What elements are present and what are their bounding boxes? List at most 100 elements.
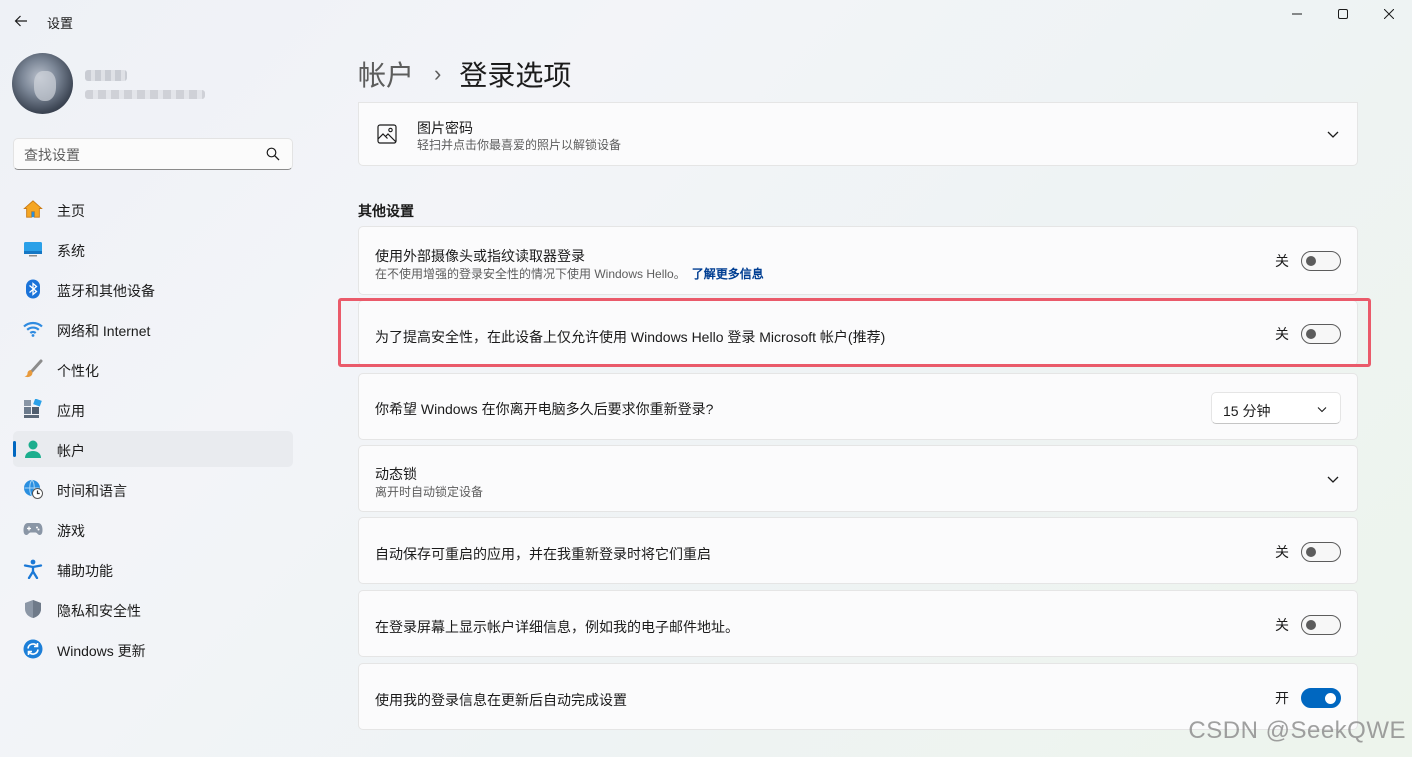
- sidebar-item-label: 网络和 Internet: [57, 323, 151, 339]
- sidebar-item-accessibility[interactable]: 辅助功能: [13, 551, 293, 587]
- external-camera-toggle-group: 关: [1275, 251, 1341, 271]
- gamepad-icon: [23, 519, 43, 539]
- hello-only-card: 为了提高安全性，在此设备上仅允许使用 Windows Hello 登录 Micr…: [358, 300, 1358, 366]
- restart-apps-toggle[interactable]: [1301, 542, 1341, 562]
- sidebar-nav: 主页 系统 蓝牙和其他设备 网络和 Internet 个性化 应用 帐户 时间和…: [13, 191, 293, 671]
- breadcrumb-parent[interactable]: 帐户: [358, 54, 414, 94]
- sidebar-item-label: 应用: [57, 403, 85, 419]
- sidebar-item-label: 系统: [57, 243, 85, 259]
- sidebar-item-label: 辅助功能: [57, 563, 113, 579]
- show-details-toggle[interactable]: [1301, 615, 1341, 635]
- sidebar-item-windows-update[interactable]: Windows 更新: [13, 631, 293, 667]
- card-subtitle: 轻扫并点击你最喜爱的照片以解锁设备: [417, 138, 622, 152]
- apps-icon: [23, 399, 43, 419]
- picture-password-card[interactable]: 图片密码 轻扫并点击你最喜爱的照片以解锁设备: [358, 102, 1358, 166]
- card-title: 动态锁: [375, 466, 417, 482]
- sidebar-item-label: 时间和语言: [57, 483, 127, 499]
- sidebar-item-privacy[interactable]: 隐私和安全性: [13, 591, 293, 627]
- sidebar-item-home[interactable]: 主页: [13, 191, 293, 227]
- card-subtitle: 离开时自动锁定设备: [375, 485, 484, 499]
- avatar: [12, 53, 73, 114]
- chevron-down-icon[interactable]: [1325, 126, 1341, 142]
- signin-timeout-dropdown[interactable]: 15 分钟: [1211, 392, 1341, 424]
- hello-only-toggle[interactable]: [1301, 324, 1341, 344]
- dropdown-value: 15 分钟: [1223, 403, 1271, 419]
- sidebar-item-label: 隐私和安全性: [57, 603, 141, 619]
- wifi-icon: [23, 319, 43, 339]
- sidebar-item-label: 帐户: [57, 443, 85, 459]
- toggle-state-label: 关: [1275, 544, 1289, 560]
- title-bar: 设置: [0, 0, 1412, 40]
- shield-icon: [23, 599, 43, 619]
- user-name-redacted: [85, 70, 127, 81]
- sidebar-item-time-language[interactable]: 时间和语言: [13, 471, 293, 507]
- sidebar-item-label: 主页: [57, 203, 85, 219]
- breadcrumb: 帐户 › 登录选项: [358, 54, 571, 94]
- picture-icon: [377, 124, 397, 144]
- card-title: 图片密码: [417, 120, 473, 136]
- card-title: 你希望 Windows 在你离开电脑多久后要求你重新登录?: [375, 401, 714, 417]
- sidebar-item-bluetooth[interactable]: 蓝牙和其他设备: [13, 271, 293, 307]
- sidebar-item-personalization[interactable]: 个性化: [13, 351, 293, 387]
- bluetooth-icon: [23, 279, 43, 299]
- restart-apps-card: 自动保存可重启的应用，并在我重新登录时将它们重启 关: [358, 517, 1358, 584]
- card-subtitle-text: 在不使用增强的登录安全性的情况下使用 Windows Hello。: [375, 267, 686, 281]
- back-button[interactable]: [8, 8, 34, 34]
- maximize-button[interactable]: [1320, 0, 1366, 28]
- breadcrumb-separator: ›: [434, 61, 442, 86]
- card-subtitle: 在不使用增强的登录安全性的情况下使用 Windows Hello。 了解更多信息: [375, 265, 764, 282]
- search-input[interactable]: [24, 145, 254, 165]
- brush-icon: [23, 359, 43, 379]
- dynamic-lock-card[interactable]: 动态锁 离开时自动锁定设备: [358, 445, 1358, 512]
- page-title: 登录选项: [459, 60, 572, 91]
- card-title: 使用我的登录信息在更新后自动完成设置: [375, 692, 627, 708]
- globe-clock-icon: [23, 479, 43, 499]
- sidebar-item-label: Windows 更新: [57, 643, 146, 659]
- toggle-state-label: 开: [1275, 690, 1289, 706]
- user-email-redacted: [85, 90, 205, 99]
- section-heading: 其他设置: [358, 203, 414, 219]
- chevron-down-icon[interactable]: [1325, 471, 1341, 487]
- card-title: 使用外部摄像头或指纹读取器登录: [375, 248, 585, 264]
- settings-search-box: [13, 138, 293, 170]
- system-icon: [23, 239, 43, 259]
- back-arrow-icon: [14, 15, 27, 27]
- show-details-toggle-group: 关: [1275, 615, 1341, 635]
- auto-finish-toggle-group: 开: [1275, 688, 1341, 708]
- chevron-down-icon: [1317, 407, 1327, 413]
- sidebar-item-label: 游戏: [57, 523, 85, 539]
- accessibility-icon: [23, 559, 43, 579]
- sidebar-item-accounts[interactable]: 帐户: [13, 431, 293, 467]
- watermark: CSDN @SeekQWE: [1188, 717, 1406, 744]
- minimize-button[interactable]: [1274, 0, 1320, 28]
- learn-more-link[interactable]: 了解更多信息: [692, 267, 764, 281]
- sidebar-item-network[interactable]: 网络和 Internet: [13, 311, 293, 347]
- account-icon: [23, 439, 43, 459]
- external-camera-card: 使用外部摄像头或指纹读取器登录 在不使用增强的登录安全性的情况下使用 Windo…: [358, 226, 1358, 295]
- user-profile[interactable]: [12, 53, 312, 117]
- external-camera-toggle[interactable]: [1301, 251, 1341, 271]
- card-title: 为了提高安全性，在此设备上仅允许使用 Windows Hello 登录 Micr…: [375, 329, 886, 345]
- show-account-details-card: 在登录屏幕上显示帐户详细信息，例如我的电子邮件地址。 关: [358, 590, 1358, 657]
- sidebar-item-gaming[interactable]: 游戏: [13, 511, 293, 547]
- sidebar-item-label: 蓝牙和其他设备: [57, 283, 155, 299]
- toggle-state-label: 关: [1275, 326, 1289, 342]
- card-title: 自动保存可重启的应用，并在我重新登录时将它们重启: [375, 546, 711, 562]
- app-title: 设置: [47, 16, 74, 31]
- toggle-state-label: 关: [1275, 253, 1289, 269]
- search-icon[interactable]: [266, 147, 280, 161]
- home-icon: [23, 199, 43, 219]
- window-controls: [1274, 0, 1412, 28]
- sidebar-item-system[interactable]: 系统: [13, 231, 293, 267]
- close-icon: [1384, 9, 1394, 19]
- sidebar-item-apps[interactable]: 应用: [13, 391, 293, 427]
- close-button[interactable]: [1366, 0, 1412, 28]
- hello-only-toggle-group: 关: [1275, 324, 1341, 344]
- auto-finish-toggle[interactable]: [1301, 688, 1341, 708]
- maximize-icon: [1338, 9, 1348, 19]
- sidebar-item-label: 个性化: [57, 363, 99, 379]
- restart-apps-toggle-group: 关: [1275, 542, 1341, 562]
- toggle-state-label: 关: [1275, 617, 1289, 633]
- update-icon: [23, 639, 43, 659]
- require-signin-card: 你希望 Windows 在你离开电脑多久后要求你重新登录? 15 分钟: [358, 373, 1358, 440]
